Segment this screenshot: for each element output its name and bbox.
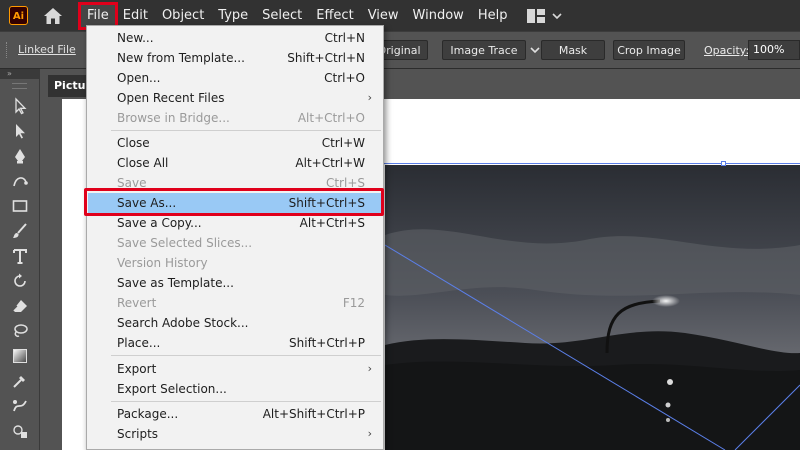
menu-item-revert: Revert F12 [117,296,365,310]
file-menu-dropdown: New... Ctrl+N New from Template... Shift+C… [86,25,384,450]
menu-separator [111,355,381,356]
menu-item-close-all[interactable]: Close All Alt+Ctrl+W [88,153,382,173]
submenu-arrow-icon: › [367,362,372,375]
submenu-arrow-icon: › [367,91,372,104]
menu-item-close[interactable]: Close Ctrl+W [88,133,382,153]
placed-night-road-image[interactable] [385,165,800,450]
rectangle-tool-icon[interactable] [0,193,40,218]
curvature-tool-icon[interactable] [0,168,40,193]
rotate-tool-icon[interactable] [0,268,40,293]
type-tool-icon[interactable] [0,243,40,268]
menu-file[interactable]: File [78,1,118,30]
workspace-switcher[interactable] [526,8,563,24]
image-trace-button[interactable]: Image Trace [442,40,526,60]
opacity-input[interactable]: 100% [748,40,800,60]
chevron-down-icon [552,12,563,19]
illustrator-logo: Ai [9,6,28,25]
menu-item-open[interactable]: Open... Ctrl+O [88,68,382,88]
menu-view[interactable]: View [361,4,406,28]
menu-separator [111,130,381,131]
gradient-tool-icon[interactable] [0,343,40,368]
menu-item-export[interactable]: Export › [88,359,382,379]
menu-item-open-recent-files[interactable]: Open Recent Files › [88,88,382,108]
bounding-box-handle[interactable] [721,161,726,166]
tools-panel-grip[interactable] [12,83,27,89]
linked-file-link[interactable]: Linked File [18,43,76,56]
direct-selection-tool-icon[interactable] [0,118,40,143]
menu-edit[interactable]: Edit [116,4,155,28]
home-icon[interactable] [41,4,65,28]
selection-tool-icon[interactable] [0,93,40,118]
eyedropper-tool-icon[interactable] [0,368,40,393]
tools-panel: » [0,69,40,450]
mask-button[interactable]: Mask [541,40,605,60]
menu-object[interactable]: Object [155,4,211,28]
crop-image-button[interactable]: Crop Image [613,40,685,60]
menu-item-browse-in-bridge: Browse in Bridge... Alt+Ctrl+O [117,111,365,125]
menu-select[interactable]: Select [255,4,309,28]
workspace-layout-icon [527,8,546,23]
menu-item-save-selected-slices: Save Selected Slices... [117,236,253,250]
menu-separator [111,401,381,402]
menu-window[interactable]: Window [406,4,471,28]
save-as-callout-highlight [84,188,384,216]
selection-bounding-edge [380,163,800,164]
paintbrush-tool-icon[interactable] [0,218,40,243]
menu-effect[interactable]: Effect [309,4,360,28]
shape-builder-tool-icon[interactable] [0,418,40,443]
eraser-tool-icon[interactable] [0,293,40,318]
menu-item-scripts[interactable]: Scripts › [88,424,382,444]
lasso-tool-icon[interactable] [0,318,40,343]
tools-panel-collapse[interactable]: » [0,69,39,79]
control-bar-grip[interactable] [6,42,10,58]
opacity-label[interactable]: Opacity: [704,44,749,57]
chevron-down-icon [530,47,540,54]
submenu-arrow-icon: › [367,427,372,440]
pen-tool-icon[interactable] [0,143,40,168]
menu-type[interactable]: Type [211,4,255,28]
menu-item-save-as-template[interactable]: Save as Template... [88,273,382,293]
menu-item-new-from-template[interactable]: New from Template... Shift+Ctrl+N [88,48,382,68]
menu-help[interactable]: Help [471,4,515,28]
menu-item-version-history: Version History [117,256,208,270]
menu-item-search-adobe-stock[interactable]: Search Adobe Stock... [88,313,382,333]
menu-item-save-a-copy[interactable]: Save a Copy... Alt+Ctrl+S [88,213,382,233]
menu-item-package[interactable]: Package... Alt+Shift+Ctrl+P [88,404,382,424]
menu-item-export-selection[interactable]: Export Selection... [88,379,382,399]
menu-item-new[interactable]: New... Ctrl+N [88,28,382,48]
menu-item-place[interactable]: Place... Shift+Ctrl+P [88,333,382,353]
blend-tool-icon[interactable] [0,393,40,418]
